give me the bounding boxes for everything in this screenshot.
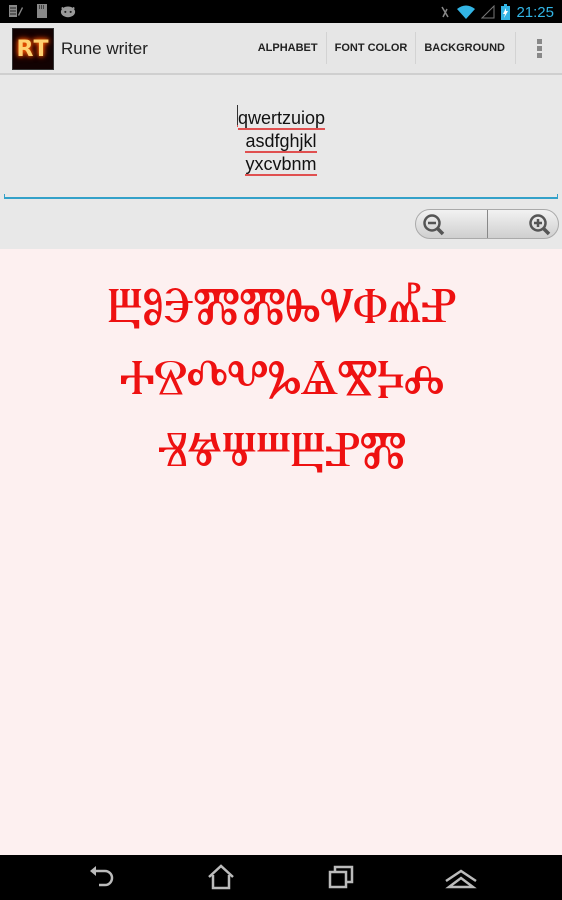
- input-underline: [4, 194, 558, 199]
- rune-line-1: ⰁⰑⰅⰏⰏⰈⰜⰗⰌⰐ: [106, 276, 457, 334]
- mute-icon: [441, 6, 450, 18]
- battery-charging-icon: [501, 4, 511, 20]
- back-icon[interactable]: [87, 863, 117, 891]
- zoom-out-button[interactable]: [416, 210, 488, 238]
- input-line-1: qwertzuiop: [237, 108, 326, 130]
- input-line-3: yxcvbnm: [245, 154, 317, 176]
- app-icon-text: RT: [16, 36, 50, 62]
- recent-apps-icon[interactable]: [326, 863, 356, 891]
- sd-card-icon: [37, 4, 47, 18]
- clock: 21:25: [516, 3, 554, 21]
- text-input[interactable]: qwertzuiop asdfghjkl yxcvbnm: [4, 75, 558, 199]
- app-icon[interactable]: RT: [12, 28, 54, 70]
- rune-line-3: ⰠⰝⰛⰞⰁⰐⰏ: [156, 420, 407, 478]
- zoom-in-button[interactable]: [488, 210, 559, 238]
- zoom-out-icon: [423, 214, 445, 236]
- wifi-icon: [457, 5, 476, 19]
- font-color-button[interactable]: FONT COLOR: [327, 32, 417, 64]
- overflow-menu-button[interactable]: [516, 23, 562, 73]
- overflow-menu-icon: [536, 38, 542, 58]
- android-debug-icon: [60, 6, 76, 18]
- signal-icon: [481, 5, 495, 19]
- background-button[interactable]: BACKGROUND: [416, 32, 516, 64]
- home-icon[interactable]: [206, 863, 236, 891]
- zoom-controls: [415, 209, 559, 239]
- zoom-in-icon: [529, 214, 551, 236]
- input-line-2: asdfghjkl: [245, 131, 317, 153]
- menu-icon[interactable]: [444, 863, 478, 891]
- status-bar: 21:25: [0, 0, 562, 23]
- navigation-bar: [0, 855, 562, 900]
- rune-output-area: ⰁⰑⰅⰏⰏⰈⰜⰗⰌⰐ ⰀⰔⰄⰂⰃⰡⰊⰍⰎ ⰠⰝⰛⰞⰁⰐⰏ: [0, 249, 562, 855]
- notes-icon: [9, 5, 23, 17]
- app-title: Rune writer: [61, 39, 148, 58]
- rune-line-2: ⰀⰔⰄⰂⰃⰡⰊⰍⰎ: [119, 348, 445, 406]
- action-bar: RT Rune writer ALPHABET FONT COLOR BACKG…: [0, 23, 562, 75]
- input-area: qwertzuiop asdfghjkl yxcvbnm: [0, 75, 562, 249]
- alphabet-button[interactable]: ALPHABET: [250, 32, 327, 64]
